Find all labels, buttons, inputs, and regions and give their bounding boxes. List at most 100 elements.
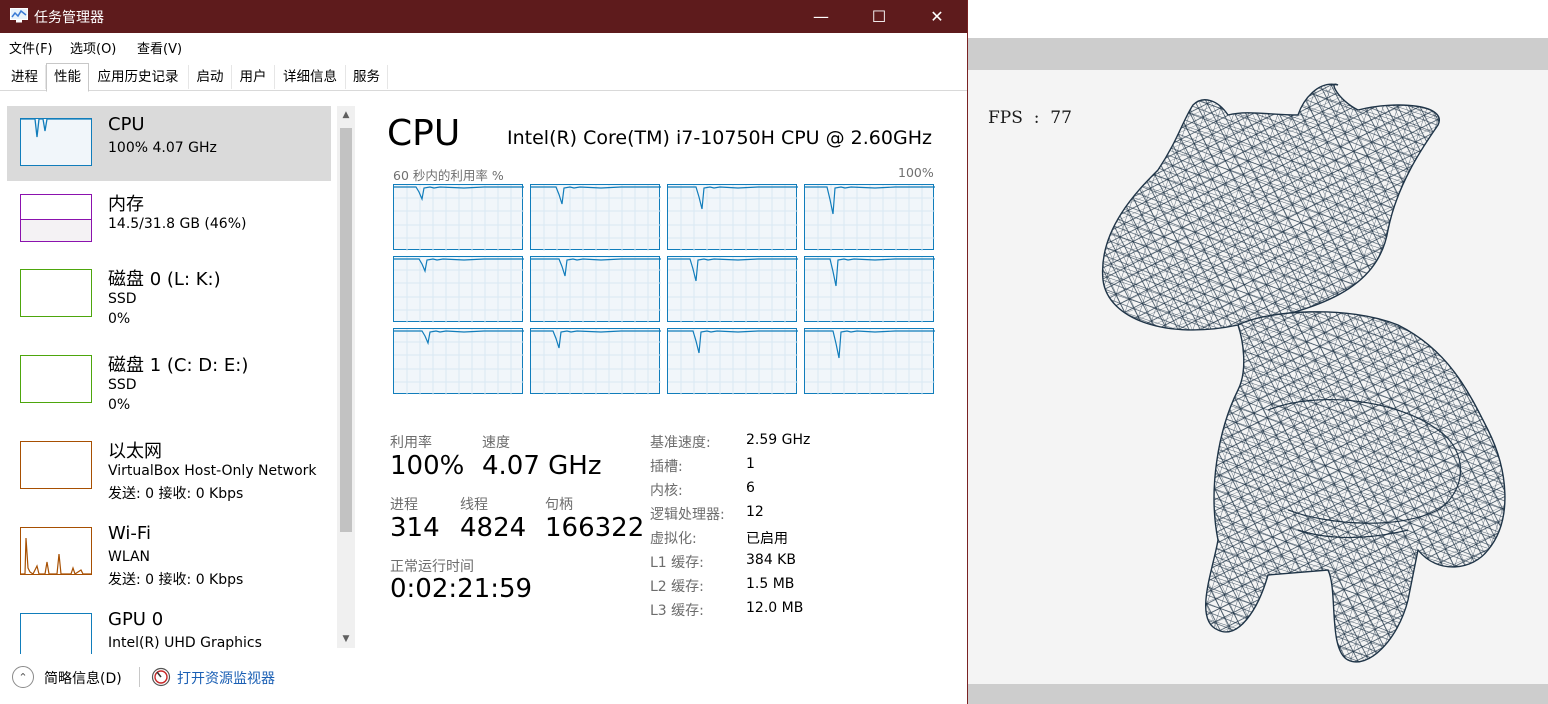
sidebar-item-label: 以太网 (108, 441, 162, 462)
speed-value: 4.07 GHz (482, 451, 602, 481)
base-speed-label: 基准速度: (650, 435, 711, 451)
scroll-thumb[interactable] (340, 128, 352, 532)
sidebar-item-detail: 14.5/31.8 GB (46%) (108, 216, 247, 232)
viewer-top-bar (968, 38, 1548, 70)
tab-startup[interactable]: 启动 (189, 65, 232, 89)
open-resource-monitor-link[interactable]: 打开资源监视器 (177, 668, 275, 688)
base-speed-value: 2.59 GHz (746, 432, 811, 448)
sidebar-item-gpu-0[interactable]: GPU 0 Intel(R) UHD Graphics (7, 601, 331, 654)
handles-value: 166322 (545, 513, 645, 543)
logical-processor-graph (667, 328, 798, 395)
virtualization-label: 虚拟化: (650, 531, 697, 547)
logical-processor-graph (393, 328, 524, 395)
utilization-value: 100% (390, 451, 465, 481)
graph-max-label: 100% (898, 165, 934, 180)
sidebar-item-label: CPU (108, 114, 145, 135)
fewer-details-button[interactable]: 简略信息(D) (44, 668, 122, 688)
sidebar-item-disk-0[interactable]: 磁盘 0 (L: K:) SSD 0% (7, 257, 331, 332)
graph-caption: 60 秒内的利用率 % (393, 168, 504, 183)
resource-monitor-icon[interactable] (151, 667, 171, 687)
l2-cache-value: 1.5 MB (746, 576, 795, 592)
tab-services[interactable]: 服务 (346, 65, 388, 89)
sidebar-item-ethernet[interactable]: 以太网 VirtualBox Host-Only Network 发送: 0 接… (7, 429, 331, 504)
scroll-up-arrow-icon[interactable]: ▲ (337, 106, 355, 124)
logical-processor-graph (804, 328, 935, 395)
cpu-thumbnail-graph (20, 118, 92, 166)
resource-list: CPU 100% 4.07 GHz 内存 14.5/31.8 GB (46%) … (0, 106, 338, 654)
tab-processes[interactable]: 进程 (4, 65, 46, 89)
processes-value: 314 (390, 513, 440, 543)
sidebar-item-wifi[interactable]: Wi-Fi WLAN 发送: 0 接收: 0 Kbps (7, 515, 331, 590)
menu-view[interactable]: 查看(V) (137, 38, 182, 57)
handles-label: 句柄 (545, 497, 573, 513)
tab-performance[interactable]: 性能 (46, 63, 89, 92)
uptime-value: 0:02:21:59 (390, 574, 533, 604)
logical-processor-graph (530, 328, 661, 395)
logical-processor-graphs[interactable] (393, 184, 935, 396)
sidebar-item-cpu[interactable]: CPU 100% 4.07 GHz (7, 106, 331, 181)
tab-users[interactable]: 用户 (232, 65, 275, 89)
footer-divider (139, 667, 140, 687)
sidebar-item-detail: WLAN (108, 549, 151, 565)
utilization-label: 利用率 (390, 435, 432, 451)
disk0-thumbnail-graph (20, 269, 92, 317)
footer-bar: ⌃ 简略信息(D) 打开资源监视器 (0, 656, 967, 704)
sidebar-item-memory[interactable]: 内存 14.5/31.8 GB (46%) (7, 182, 331, 257)
sidebar-item-disk-1[interactable]: 磁盘 1 (C: D: E:) SSD 0% (7, 343, 331, 418)
sidebar-item-label: GPU 0 (108, 609, 164, 630)
sidebar-item-detail: Intel(R) UHD Graphics (108, 635, 262, 651)
processes-label: 进程 (390, 497, 418, 513)
maximize-button[interactable]: ☐ (850, 0, 908, 33)
speed-label: 速度 (482, 435, 510, 451)
close-button[interactable]: ✕ (908, 0, 966, 33)
virtualization-value: 已启用 (746, 531, 788, 547)
memory-usage-fill (21, 218, 91, 241)
logical-processor-graph (393, 256, 524, 323)
tab-app-history[interactable]: 应用历史记录 (88, 65, 189, 89)
sidebar-item-label: 内存 (108, 194, 144, 215)
sidebar-item-detail: VirtualBox Host-Only Network (108, 463, 317, 479)
wireframe-model (1101, 83, 1506, 663)
cpu-model-name: Intel(R) Core(TM) i7-10750H CPU @ 2.60GH… (507, 127, 932, 149)
l1-cache-label: L1 缓存: (650, 555, 704, 571)
l2-cache-label: L2 缓存: (650, 579, 704, 595)
chevron-up-icon[interactable]: ⌃ (12, 666, 34, 688)
uptime-label: 正常运行时间 (390, 559, 474, 575)
sidebar-item-usage: 发送: 0 接收: 0 Kbps (108, 486, 244, 502)
sidebar-item-detail: SSD (108, 377, 137, 393)
memory-thumbnail-graph (20, 194, 92, 242)
viewer-bottom-bar (968, 684, 1548, 704)
sidebar-item-detail: SSD (108, 291, 137, 307)
logical-processor-graph (804, 184, 935, 251)
cores-label: 内核: (650, 483, 683, 499)
logical-processor-graph (393, 184, 524, 251)
disk1-thumbnail-graph (20, 355, 92, 403)
cores-value: 6 (746, 480, 755, 496)
menu-options[interactable]: 选项(O) (70, 38, 116, 57)
sidebar-item-detail: 100% 4.07 GHz (108, 140, 217, 156)
tab-details[interactable]: 详细信息 (275, 65, 346, 89)
sidebar-item-usage: 0% (108, 397, 131, 413)
wifi-thumbnail-graph (20, 527, 92, 575)
sidebar-item-label: 磁盘 0 (L: K:) (108, 269, 221, 290)
title-bar[interactable]: 任务管理器 — ☐ ✕ (0, 0, 967, 33)
page-title: CPU (387, 113, 461, 154)
threads-label: 线程 (460, 497, 488, 513)
sidebar-item-usage: 发送: 0 接收: 0 Kbps (108, 572, 244, 588)
render-canvas[interactable]: FPS : 77 (968, 70, 1548, 684)
l3-cache-label: L3 缓存: (650, 603, 704, 619)
logical-processors-value: 12 (746, 504, 764, 520)
scroll-down-arrow-icon[interactable]: ▼ (337, 630, 355, 648)
sockets-label: 插槽: (650, 459, 683, 475)
sidebar-scrollbar[interactable]: ▲ ▼ (337, 106, 355, 648)
model-head (1101, 83, 1440, 331)
ethernet-thumbnail-graph (20, 441, 92, 489)
sockets-value: 1 (746, 456, 755, 472)
sidebar-item-label: 磁盘 1 (C: D: E:) (108, 355, 249, 376)
menu-file[interactable]: 文件(F) (9, 38, 53, 57)
menu-bar: 文件(F) 选项(O) 查看(V) (0, 34, 967, 58)
task-manager-app-icon (10, 8, 28, 23)
logical-processor-graph (530, 184, 661, 251)
logical-processor-graph (667, 184, 798, 251)
minimize-button[interactable]: — (792, 0, 850, 33)
